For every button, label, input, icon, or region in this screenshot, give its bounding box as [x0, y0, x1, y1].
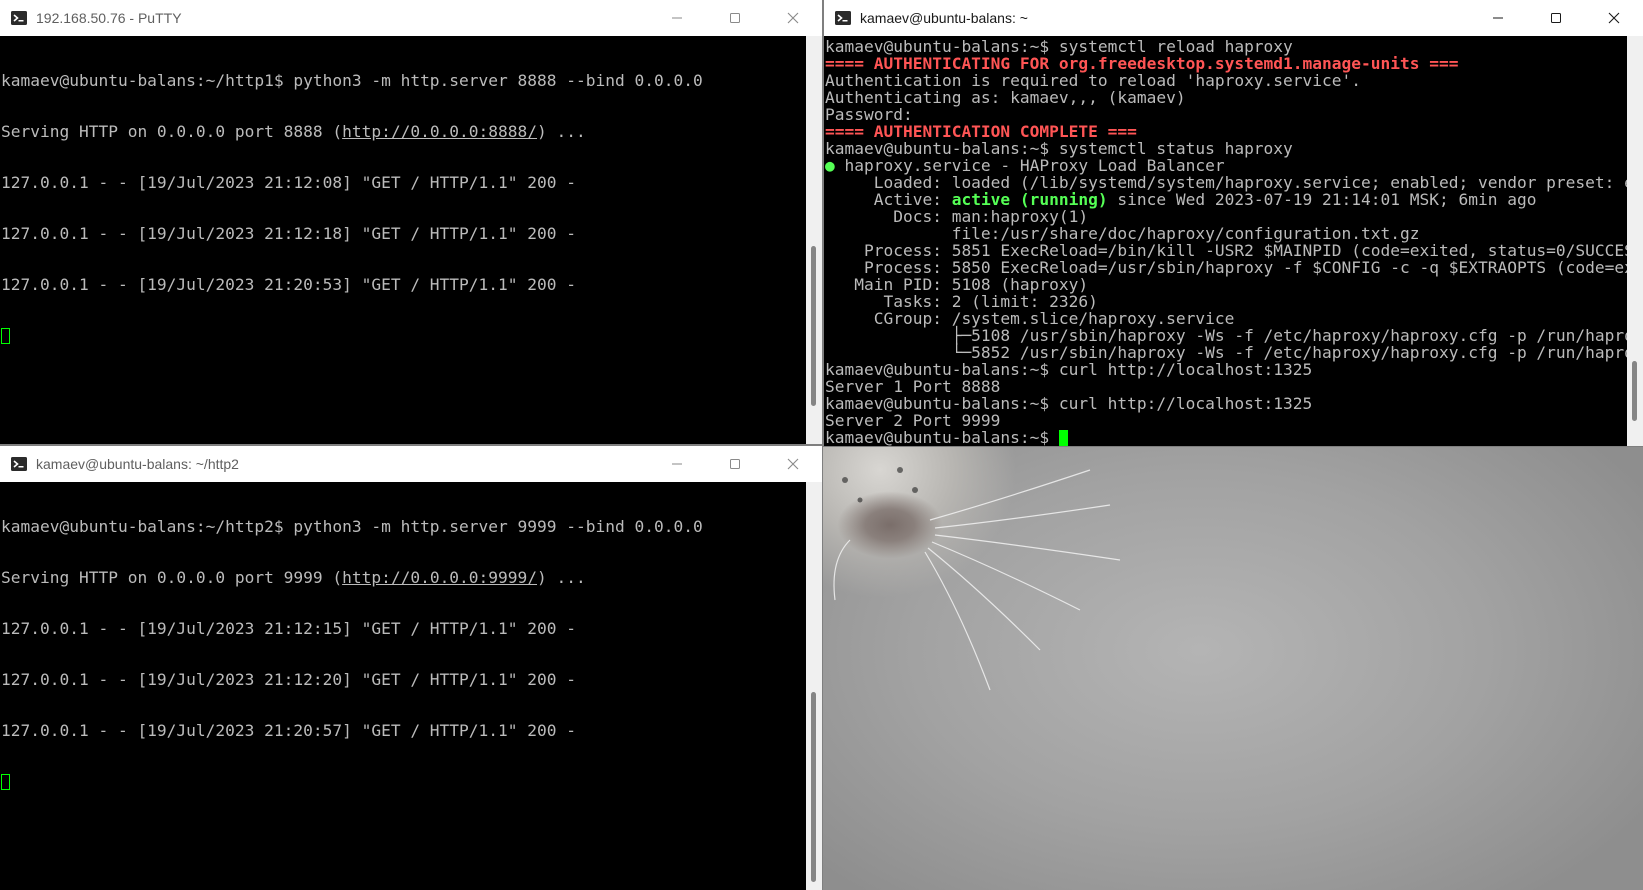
terminal-line: 127.0.0.1 - - [19/Jul/2023 21:20:57] "GE… [1, 721, 576, 740]
terminal-line: kamaev@ubuntu-balans:~$ curl http://loca… [825, 395, 1627, 412]
terminal-icon [10, 455, 28, 473]
terminal-line: file:/usr/share/doc/haproxy/configuratio… [825, 225, 1627, 242]
titlebar[interactable]: kamaev@ubuntu-balans: ~ [824, 0, 1643, 36]
terminal-line: kamaev@ubuntu-balans:~$ systemctl reload… [825, 38, 1627, 55]
scrollbar[interactable] [806, 36, 822, 444]
titlebar[interactable]: kamaev@ubuntu-balans: ~/http2 [0, 446, 822, 482]
terminal-line: Process: 5851 ExecReload=/bin/kill -USR2… [825, 242, 1627, 259]
minimize-button[interactable] [1469, 0, 1527, 36]
terminal-cursor [1, 774, 10, 790]
minimize-button[interactable] [648, 446, 706, 482]
terminal-line: kamaev@ubuntu-balans:~$ curl http://loca… [825, 361, 1627, 378]
terminal-line: ├─5108 /usr/sbin/haproxy -Ws -f /etc/hap… [825, 327, 1627, 344]
terminal-line: Loaded: loaded (/lib/systemd/system/hapr… [825, 174, 1627, 191]
terminal-output[interactable]: kamaev@ubuntu-balans:~/http1$ python3 -m… [0, 36, 806, 444]
maximize-icon [1551, 13, 1561, 23]
terminal-line: Tasks: 2 (limit: 2326) [825, 293, 1627, 310]
close-button[interactable] [1585, 0, 1643, 36]
terminal-output[interactable]: kamaev@ubuntu-balans:~$ systemctl reload… [824, 36, 1627, 446]
line-text: ) ... [537, 568, 586, 587]
terminal-icon [10, 9, 28, 27]
terminal-line: Authenticating as: kamaev,,, (kamaev) [825, 89, 1627, 106]
maximize-icon [730, 13, 740, 23]
minimize-icon [1493, 17, 1503, 19]
terminal-line: CGroup: /system.slice/haproxy.service [825, 310, 1627, 327]
terminal-line: Server 2 Port 9999 [825, 412, 1627, 429]
terminal-line [1, 327, 806, 344]
terminal-line: Password: [825, 106, 1627, 123]
server-url-link[interactable]: http://0.0.0.0:8888/ [342, 122, 537, 141]
line-text: kamaev@ubuntu-balans:~$ [825, 428, 1059, 446]
window-title: kamaev@ubuntu-balans: ~ [860, 10, 1028, 26]
terminal-line: Authentication is required to reload 'ha… [825, 72, 1627, 89]
minimize-icon [672, 463, 682, 465]
line-text: Serving HTTP on 0.0.0.0 port 8888 ( [1, 122, 343, 141]
terminal-cursor [1, 328, 10, 344]
terminal-line: Server 1 Port 8888 [825, 378, 1627, 395]
terminal-window-home[interactable]: kamaev@ubuntu-balans: ~ kamaev@ubuntu-ba… [824, 0, 1643, 446]
terminal-cursor [1058, 430, 1068, 446]
line-text: Serving HTTP on 0.0.0.0 port 9999 ( [1, 568, 343, 587]
window-title: kamaev@ubuntu-balans: ~/http2 [36, 456, 239, 472]
maximize-button[interactable] [706, 0, 764, 36]
terminal-line: ● haproxy.service - HAProxy Load Balance… [825, 157, 1627, 174]
terminal-window-http1[interactable]: 192.168.50.76 - PuTTY kamaev@ubuntu-bala… [0, 0, 822, 444]
maximize-button[interactable] [706, 446, 764, 482]
terminal-line: 127.0.0.1 - - [19/Jul/2023 21:12:08] "GE… [1, 173, 576, 192]
terminal-line: 127.0.0.1 - - [19/Jul/2023 21:12:15] "GE… [1, 619, 576, 638]
terminal-window-http2[interactable]: kamaev@ubuntu-balans: ~/http2 kamaev@ubu… [0, 446, 822, 890]
minimize-button[interactable] [648, 0, 706, 36]
server-url-link[interactable]: http://0.0.0.0:9999/ [342, 568, 537, 587]
close-button[interactable] [764, 446, 822, 482]
minimize-icon [672, 17, 682, 19]
terminal-line [1, 773, 806, 790]
terminal-line: kamaev@ubuntu-balans:~$ systemctl status… [825, 140, 1627, 157]
scrollbar-thumb[interactable] [811, 246, 816, 406]
terminal-line: Serving HTTP on 0.0.0.0 port 9999 (http:… [1, 569, 806, 586]
terminal-line: Active: active (running) since Wed 2023-… [825, 191, 1627, 208]
terminal-line: Serving HTTP on 0.0.0.0 port 8888 (http:… [1, 123, 806, 140]
titlebar[interactable]: 192.168.50.76 - PuTTY [0, 0, 822, 36]
scrollbar[interactable] [1627, 36, 1643, 446]
terminal-line: kamaev@ubuntu-balans:~$ [825, 429, 1627, 446]
window-title: 192.168.50.76 - PuTTY [36, 10, 182, 26]
terminal-line: Process: 5850 ExecReload=/usr/sbin/hapro… [825, 259, 1627, 276]
terminal-output[interactable]: kamaev@ubuntu-balans:~/http2$ python3 -m… [0, 482, 806, 890]
scrollbar-thumb[interactable] [1632, 361, 1637, 421]
terminal-line: ==== AUTHENTICATION COMPLETE === [825, 123, 1627, 140]
scrollbar[interactable] [806, 482, 822, 890]
terminal-line: kamaev@ubuntu-balans:~/http2$ python3 -m… [1, 517, 703, 536]
terminal-line: └─5852 /usr/sbin/haproxy -Ws -f /etc/hap… [825, 344, 1627, 361]
close-icon [787, 458, 799, 470]
terminal-line: Docs: man:haproxy(1) [825, 208, 1627, 225]
terminal-line: kamaev@ubuntu-balans:~/http1$ python3 -m… [1, 71, 703, 90]
line-text: since Wed 2023-07-19 21:14:01 MSK; 6min … [1107, 190, 1537, 209]
close-button[interactable] [764, 0, 822, 36]
maximize-icon [730, 459, 740, 469]
terminal-line: Main PID: 5108 (haproxy) [825, 276, 1627, 293]
close-icon [1608, 12, 1620, 24]
terminal-line: 127.0.0.1 - - [19/Jul/2023 21:12:20] "GE… [1, 670, 576, 689]
terminal-line: ==== AUTHENTICATING FOR org.freedesktop.… [825, 55, 1627, 72]
terminal-line: 127.0.0.1 - - [19/Jul/2023 21:20:53] "GE… [1, 275, 576, 294]
line-text: ) ... [537, 122, 586, 141]
close-icon [787, 12, 799, 24]
terminal-line: 127.0.0.1 - - [19/Jul/2023 21:12:18] "GE… [1, 224, 576, 243]
scrollbar-thumb[interactable] [811, 692, 816, 882]
maximize-button[interactable] [1527, 0, 1585, 36]
terminal-icon [834, 9, 852, 27]
